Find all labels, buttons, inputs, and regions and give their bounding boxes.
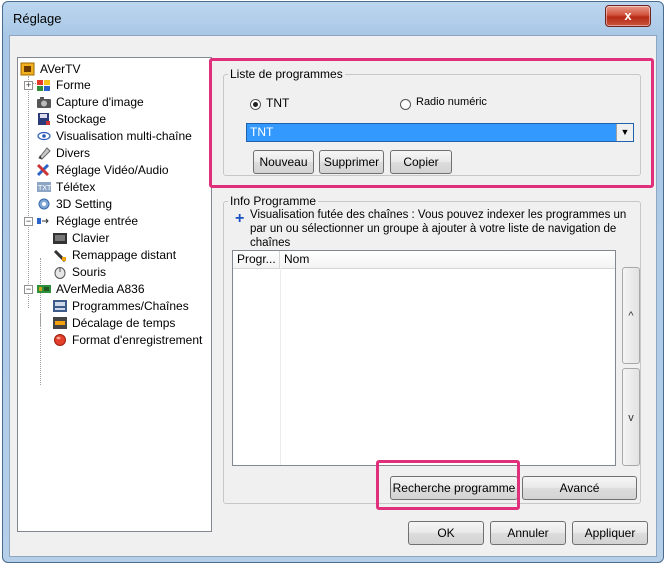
search-button-highlight — [376, 460, 520, 510]
avertv-icon — [20, 62, 36, 76]
tree-item-label: Divers — [56, 146, 91, 160]
program-list-highlight — [209, 58, 654, 188]
tree-item-capture[interactable]: Capture d'image — [36, 94, 144, 110]
title-bar[interactable]: Réglage x — [3, 2, 663, 34]
tree-item-label: Capture d'image — [56, 95, 144, 109]
tree-item-teletex[interactable]: TXT Télétex — [36, 179, 95, 195]
tree-item-3d-setting[interactable]: 3D Setting — [36, 196, 112, 212]
tree-item-label: Forme — [56, 78, 91, 92]
tree-item-label: 3D Setting — [56, 197, 113, 211]
tree-item-decalage[interactable]: Décalage de temps — [52, 315, 175, 331]
tree-item-divers[interactable]: Divers — [36, 145, 90, 161]
eye-icon — [36, 129, 52, 143]
tree-item-avertv[interactable]: AVerTV — [20, 61, 80, 77]
tree-item-label: AVerMedia A836 — [56, 282, 145, 296]
teletext-icon: TXT — [36, 180, 52, 194]
tree-item-label: Réglage Vidéo/Audio — [56, 163, 169, 177]
close-button[interactable]: x — [605, 5, 651, 27]
tree-item-forme[interactable]: Forme — [36, 77, 91, 93]
device-icon — [36, 282, 52, 296]
tree-item-label: Décalage de temps — [72, 316, 176, 330]
tree-item-label: Souris — [72, 265, 107, 279]
svg-text:TXT: TXT — [37, 184, 52, 192]
remote-icon — [52, 248, 68, 263]
record-icon — [52, 333, 68, 347]
tree-item-label: Stockage — [56, 112, 107, 126]
tree-item-label: Clavier — [72, 231, 110, 245]
ok-button[interactable]: OK — [408, 521, 484, 545]
close-icon: x — [624, 8, 632, 23]
camera-icon — [36, 95, 52, 109]
column-header-prog[interactable]: Progr... — [233, 251, 280, 268]
tree-item-label: Remappage distant — [72, 248, 177, 262]
collapse-device-toggle[interactable]: − — [24, 285, 33, 294]
tree-item-label: Visualisation multi-chaîne — [56, 129, 192, 143]
settings-tree: AVerTV + Forme Capture d'image Stockage — [17, 57, 212, 532]
tree-item-souris[interactable]: Souris — [52, 264, 106, 280]
cancel-button[interactable]: Annuler — [490, 521, 566, 545]
channels-icon — [52, 299, 68, 313]
storage-icon — [36, 112, 52, 126]
tree-item-format-enregistrement[interactable]: Format d'enregistrement — [52, 332, 202, 348]
program-table[interactable]: Progr... Nom — [232, 250, 616, 466]
tree-item-label: Format d'enregistrement — [72, 333, 203, 347]
pen-icon — [36, 146, 52, 160]
tree-item-clavier[interactable]: Clavier — [52, 230, 109, 246]
window-title: Réglage — [13, 11, 62, 26]
tree-item-reglage-entree[interactable]: Réglage entrée — [36, 213, 138, 229]
tree-item-label: Réglage entrée — [56, 214, 139, 228]
tree-item-multichaine[interactable]: Visualisation multi-chaîne — [36, 128, 192, 144]
smart-view-hint: Visualisation futée des chaînes : Vous p… — [250, 209, 627, 249]
scroll-up-button[interactable]: ^ — [622, 267, 640, 364]
scroll-down-button[interactable]: v — [622, 368, 640, 466]
tree-item-stockage[interactable]: Stockage — [36, 111, 106, 127]
tree-item-avermedia[interactable]: AVerMedia A836 — [36, 281, 145, 297]
tree-item-programmes-chaines[interactable]: Programmes/Chaînes — [52, 298, 189, 314]
tools-icon — [36, 163, 52, 177]
keyboard-icon — [52, 231, 68, 245]
program-table-header: Progr... Nom — [233, 251, 615, 269]
plus-icon: + — [235, 210, 245, 227]
skin-icon — [36, 78, 52, 92]
tree-item-video-audio[interactable]: Réglage Vidéo/Audio — [36, 162, 169, 178]
collapse-entree-toggle[interactable]: − — [24, 217, 33, 226]
tree-item-label: Programmes/Chaînes — [72, 299, 189, 313]
expand-forme-toggle[interactable]: + — [24, 81, 33, 90]
column-header-name[interactable]: Nom — [280, 251, 617, 268]
timeshift-icon — [52, 316, 68, 330]
tree-item-label: AVerTV — [40, 62, 81, 76]
program-info-group-label: Info Programme — [228, 194, 319, 208]
advanced-button[interactable]: Avancé — [522, 476, 637, 500]
tree-item-label: Télétex — [56, 180, 96, 194]
gear-icon — [36, 197, 52, 211]
input-icon — [36, 214, 52, 228]
column-divider — [280, 268, 281, 465]
mouse-icon — [52, 265, 68, 279]
tree-item-remappage[interactable]: Remappage distant — [52, 247, 176, 263]
apply-button[interactable]: Appliquer — [572, 521, 648, 545]
